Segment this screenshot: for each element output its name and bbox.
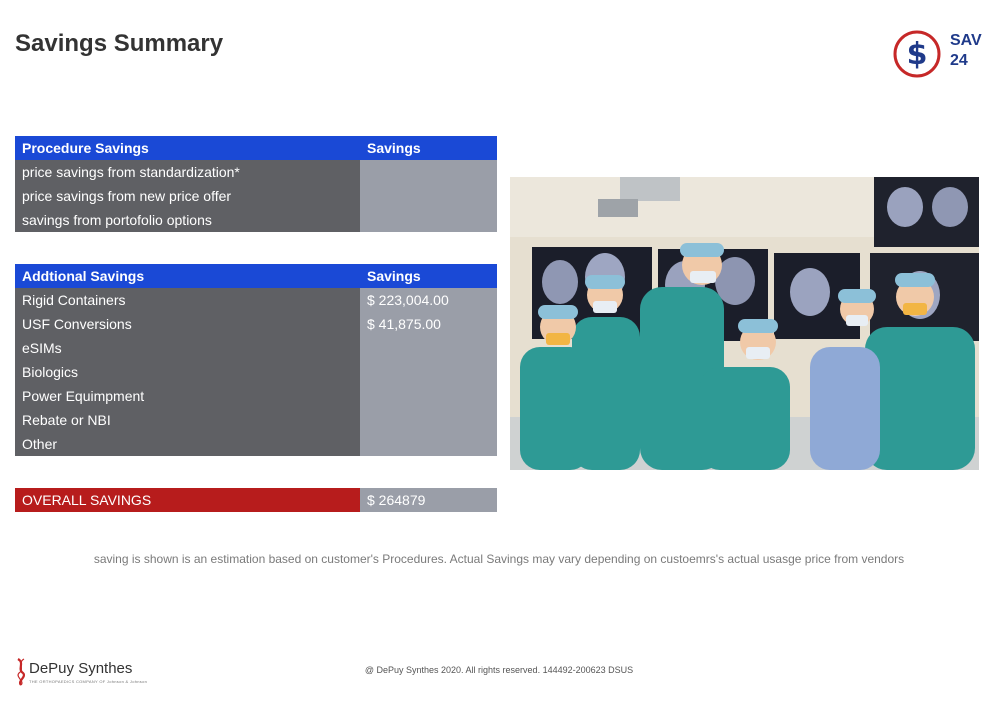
table-row: eSIMs <box>15 336 497 360</box>
table-row: savings from portofolio options <box>15 208 497 232</box>
table-row: Rigid Containers $ 223,004.00 <box>15 288 497 312</box>
header-label: Procedure Savings <box>22 140 149 156</box>
header-value: Savings <box>367 140 421 156</box>
copyright-text: @ DePuy Synthes 2020. All rights reserve… <box>364 665 634 675</box>
row-label: Power Equimpment <box>22 388 145 404</box>
row-value: $ 223,004.00 <box>367 292 449 308</box>
logo-tagline: THE ORTHOPAEDICS COMPANY OF Johnson & Jo… <box>29 679 148 684</box>
disclaimer-text: saving is shown is an estimation based o… <box>93 552 905 566</box>
badge-line-2: 24 <box>950 52 968 69</box>
surgical-team-photo <box>510 177 979 470</box>
row-label: eSIMs <box>22 340 62 356</box>
row-label: price savings from new price offer <box>22 188 232 204</box>
table-header: Addtional Savings Savings <box>15 264 497 288</box>
svg-text:$: $ <box>907 37 928 72</box>
row-label: Rebate or NBI <box>22 412 111 428</box>
surgical-team-illustration <box>510 177 979 470</box>
additional-savings-table: Addtional Savings Savings Rigid Containe… <box>15 264 497 456</box>
procedure-savings-table: Procedure Savings Savings price savings … <box>15 136 497 232</box>
row-label: Other <box>22 436 58 452</box>
header-value: Savings <box>367 268 421 284</box>
row-value: $ 41,875.00 <box>367 316 441 332</box>
row-label: savings from portofolio options <box>22 212 212 228</box>
table-row: USF Conversions $ 41,875.00 <box>15 312 497 336</box>
table-row: Biologics <box>15 360 497 384</box>
badge-line-1: SAV <box>950 32 982 49</box>
row-label: Rigid Containers <box>22 292 126 308</box>
overall-savings-row: OVERALL SAVINGS $ 264879 <box>15 488 497 512</box>
table-row: OVERALL SAVINGS $ 264879 <box>15 488 497 512</box>
overall-label: OVERALL SAVINGS <box>22 492 152 508</box>
overall-value: $ 264879 <box>367 492 426 508</box>
page-title: Savings Summary <box>15 30 224 57</box>
row-label: Biologics <box>22 364 79 380</box>
badge-label: SAV 24 <box>950 31 982 71</box>
savings-badge: $ SAV 24 <box>892 29 984 79</box>
table-header: Procedure Savings Savings <box>15 136 497 160</box>
table-row: Other <box>15 432 497 456</box>
table-row: Rebate or NBI <box>15 408 497 432</box>
dollar-circle-icon: $ <box>893 30 941 78</box>
table-row: price savings from new price offer <box>15 184 497 208</box>
table-row: price savings from standardization* <box>15 160 497 184</box>
header-label: Addtional Savings <box>22 268 145 284</box>
row-label: price savings from standardization* <box>22 164 240 180</box>
row-label: USF Conversions <box>22 316 132 332</box>
table-row: Power Equimpment <box>15 384 497 408</box>
